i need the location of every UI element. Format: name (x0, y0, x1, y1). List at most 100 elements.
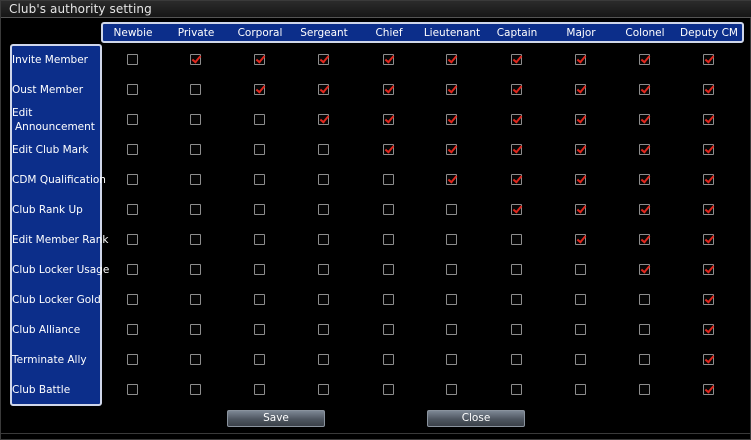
checkbox-edit-club-mark-newbie[interactable] (127, 144, 138, 155)
checkbox-club-locker-gold-chief[interactable] (383, 294, 394, 305)
checkbox-club-rank-up-sergeant[interactable] (318, 204, 329, 215)
checkbox-club-alliance-newbie[interactable] (127, 324, 138, 335)
checkbox-terminate-ally-captain[interactable] (511, 354, 522, 365)
checkbox-club-locker-usage-major[interactable] (575, 264, 586, 275)
checkbox-oust-member-chief[interactable] (383, 84, 394, 95)
checkbox-invite-member-lieutenant[interactable] (446, 54, 457, 65)
checkbox-edit-club-mark-sergeant[interactable] (318, 144, 329, 155)
checkbox-edit-member-rank-colonel[interactable] (639, 234, 650, 245)
checkbox-cdm-qualification-private[interactable] (190, 174, 201, 185)
checkbox-terminate-ally-corporal[interactable] (254, 354, 265, 365)
checkbox-terminate-ally-chief[interactable] (383, 354, 394, 365)
checkbox-club-rank-up-chief[interactable] (383, 204, 394, 215)
checkbox-edit-club-mark-colonel[interactable] (639, 144, 650, 155)
checkbox-edit-club-mark-major[interactable] (575, 144, 586, 155)
checkbox-edit-club-mark-deputy-cm[interactable] (703, 144, 714, 155)
checkbox-edit-member-rank-major[interactable] (575, 234, 586, 245)
checkbox-edit-announcement-sergeant[interactable] (318, 114, 329, 125)
checkbox-club-rank-up-corporal[interactable] (254, 204, 265, 215)
checkbox-cdm-qualification-major[interactable] (575, 174, 586, 185)
checkbox-edit-announcement-newbie[interactable] (127, 114, 138, 125)
checkbox-club-locker-gold-colonel[interactable] (639, 294, 650, 305)
checkbox-club-alliance-private[interactable] (190, 324, 201, 335)
checkbox-edit-announcement-colonel[interactable] (639, 114, 650, 125)
checkbox-club-locker-usage-deputy-cm[interactable] (703, 264, 714, 275)
checkbox-edit-club-mark-corporal[interactable] (254, 144, 265, 155)
checkbox-club-locker-usage-sergeant[interactable] (318, 264, 329, 275)
checkbox-cdm-qualification-deputy-cm[interactable] (703, 174, 714, 185)
checkbox-oust-member-sergeant[interactable] (318, 84, 329, 95)
checkbox-edit-member-rank-newbie[interactable] (127, 234, 138, 245)
checkbox-club-locker-usage-chief[interactable] (383, 264, 394, 275)
checkbox-cdm-qualification-captain[interactable] (511, 174, 522, 185)
checkbox-terminate-ally-deputy-cm[interactable] (703, 354, 714, 365)
checkbox-club-battle-colonel[interactable] (639, 384, 650, 395)
checkbox-invite-member-newbie[interactable] (127, 54, 138, 65)
checkbox-club-locker-gold-corporal[interactable] (254, 294, 265, 305)
checkbox-club-locker-gold-deputy-cm[interactable] (703, 294, 714, 305)
checkbox-club-locker-gold-major[interactable] (575, 294, 586, 305)
checkbox-club-alliance-colonel[interactable] (639, 324, 650, 335)
checkbox-club-alliance-major[interactable] (575, 324, 586, 335)
checkbox-terminate-ally-colonel[interactable] (639, 354, 650, 365)
checkbox-oust-member-deputy-cm[interactable] (703, 84, 714, 95)
checkbox-oust-member-newbie[interactable] (127, 84, 138, 95)
checkbox-terminate-ally-sergeant[interactable] (318, 354, 329, 365)
checkbox-club-alliance-sergeant[interactable] (318, 324, 329, 335)
checkbox-edit-announcement-chief[interactable] (383, 114, 394, 125)
checkbox-club-rank-up-newbie[interactable] (127, 204, 138, 215)
checkbox-terminate-ally-major[interactable] (575, 354, 586, 365)
checkbox-edit-announcement-corporal[interactable] (254, 114, 265, 125)
checkbox-invite-member-private[interactable] (190, 54, 201, 65)
checkbox-club-locker-usage-newbie[interactable] (127, 264, 138, 275)
checkbox-club-battle-newbie[interactable] (127, 384, 138, 395)
checkbox-club-battle-private[interactable] (190, 384, 201, 395)
title-bar[interactable]: Club's authority setting (1, 1, 751, 18)
checkbox-edit-announcement-private[interactable] (190, 114, 201, 125)
checkbox-oust-member-corporal[interactable] (254, 84, 265, 95)
checkbox-oust-member-colonel[interactable] (639, 84, 650, 95)
checkbox-edit-announcement-lieutenant[interactable] (446, 114, 457, 125)
checkbox-terminate-ally-newbie[interactable] (127, 354, 138, 365)
checkbox-club-rank-up-deputy-cm[interactable] (703, 204, 714, 215)
checkbox-edit-club-mark-chief[interactable] (383, 144, 394, 155)
checkbox-club-alliance-corporal[interactable] (254, 324, 265, 335)
checkbox-oust-member-lieutenant[interactable] (446, 84, 457, 95)
checkbox-club-rank-up-lieutenant[interactable] (446, 204, 457, 215)
checkbox-club-alliance-captain[interactable] (511, 324, 522, 335)
checkbox-club-locker-gold-sergeant[interactable] (318, 294, 329, 305)
checkbox-club-alliance-chief[interactable] (383, 324, 394, 335)
checkbox-cdm-qualification-colonel[interactable] (639, 174, 650, 185)
checkbox-club-locker-gold-newbie[interactable] (127, 294, 138, 305)
checkbox-club-battle-lieutenant[interactable] (446, 384, 457, 395)
checkbox-edit-member-rank-lieutenant[interactable] (446, 234, 457, 245)
checkbox-cdm-qualification-lieutenant[interactable] (446, 174, 457, 185)
checkbox-club-battle-chief[interactable] (383, 384, 394, 395)
checkbox-club-rank-up-colonel[interactable] (639, 204, 650, 215)
checkbox-club-locker-gold-captain[interactable] (511, 294, 522, 305)
checkbox-edit-announcement-major[interactable] (575, 114, 586, 125)
checkbox-invite-member-sergeant[interactable] (318, 54, 329, 65)
checkbox-edit-club-mark-lieutenant[interactable] (446, 144, 457, 155)
checkbox-club-locker-gold-lieutenant[interactable] (446, 294, 457, 305)
checkbox-club-battle-captain[interactable] (511, 384, 522, 395)
checkbox-club-battle-major[interactable] (575, 384, 586, 395)
checkbox-edit-member-rank-deputy-cm[interactable] (703, 234, 714, 245)
checkbox-cdm-qualification-chief[interactable] (383, 174, 394, 185)
checkbox-club-locker-usage-private[interactable] (190, 264, 201, 275)
save-button[interactable]: Save (227, 410, 325, 427)
checkbox-invite-member-corporal[interactable] (254, 54, 265, 65)
checkbox-edit-member-rank-chief[interactable] (383, 234, 394, 245)
checkbox-invite-member-captain[interactable] (511, 54, 522, 65)
checkbox-edit-member-rank-captain[interactable] (511, 234, 522, 245)
checkbox-club-rank-up-private[interactable] (190, 204, 201, 215)
checkbox-oust-member-captain[interactable] (511, 84, 522, 95)
checkbox-invite-member-major[interactable] (575, 54, 586, 65)
checkbox-club-rank-up-major[interactable] (575, 204, 586, 215)
checkbox-club-rank-up-captain[interactable] (511, 204, 522, 215)
checkbox-club-locker-usage-captain[interactable] (511, 264, 522, 275)
checkbox-oust-member-private[interactable] (190, 84, 201, 95)
checkbox-edit-club-mark-private[interactable] (190, 144, 201, 155)
checkbox-club-locker-usage-colonel[interactable] (639, 264, 650, 275)
checkbox-terminate-ally-lieutenant[interactable] (446, 354, 457, 365)
